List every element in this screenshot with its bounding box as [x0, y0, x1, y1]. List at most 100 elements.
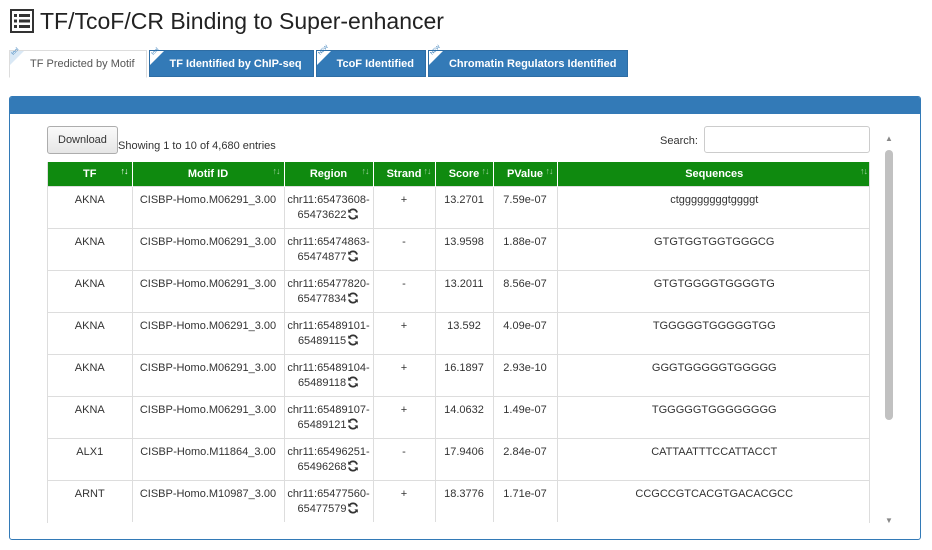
- cell-score: 14.0632: [435, 395, 494, 438]
- refresh-icon[interactable]: [347, 502, 359, 514]
- region-end: 65496268: [297, 460, 347, 473]
- cell-motif-id: CISBP-Homo.M06291_3.00: [132, 353, 285, 396]
- cell-tf: AKNA: [48, 227, 133, 270]
- refresh-icon[interactable]: [347, 460, 359, 472]
- column-label: Strand: [386, 167, 422, 180]
- region-start: chr11:65489107-: [287, 403, 370, 416]
- cell-pvalue: 4.09e-07: [493, 311, 558, 354]
- cell-motif-id: CISBP-Homo.M06291_3.00: [132, 269, 285, 312]
- tab-label: TcoF Identified: [336, 57, 414, 70]
- tab-tf-predicted-by-motif[interactable]: tool TF Predicted by Motif: [9, 47, 147, 78]
- search-label: Search:: [660, 135, 698, 147]
- column-header-strand[interactable]: Strand ↑↓: [373, 162, 436, 186]
- tab-bar: tool TF Predicted by Motif tool TF Ident…: [9, 44, 630, 78]
- entries-info: Showing 1 to 10 of 4,680 entries: [118, 140, 276, 152]
- cell-strand: +: [373, 311, 436, 354]
- cell-score: 18.3776: [435, 479, 494, 522]
- cell-pvalue: 2.93e-10: [493, 353, 558, 396]
- refresh-icon[interactable]: [347, 292, 359, 304]
- table-row: AKNA CISBP-Homo.M06291_3.00 chr11:65473608…: [48, 185, 869, 228]
- cell-region: chr11:65477560- 65477579: [284, 479, 374, 522]
- region-start: chr11:65474863-: [287, 235, 370, 248]
- cell-tf: AKNA: [48, 269, 133, 312]
- cell-tf: ALX1: [48, 437, 133, 480]
- cell-strand: -: [373, 437, 436, 480]
- cell-score: 17.9406: [435, 437, 494, 480]
- results-table: TF ↑↓ Motif ID ↑↓ Region ↑↓ Strand ↑↓ Score ↑…: [48, 162, 869, 522]
- refresh-icon[interactable]: [347, 208, 359, 220]
- region-start: chr11:65489101-: [287, 319, 370, 332]
- cell-region: chr11:65489104- 65489118: [284, 353, 374, 396]
- page-title: TF/TcoF/CR Binding to Super-enhancer: [40, 7, 444, 34]
- cell-region: chr11:65477820- 65477834: [284, 269, 374, 312]
- table-row: AKNA CISBP-Homo.M06291_3.00 chr11:65489101…: [48, 311, 869, 354]
- refresh-icon[interactable]: [347, 250, 359, 262]
- cell-score: 13.9598: [435, 227, 494, 270]
- search-input[interactable]: [704, 126, 870, 153]
- region-start: chr11:65489104-: [287, 361, 370, 374]
- refresh-icon[interactable]: [347, 334, 359, 346]
- refresh-icon[interactable]: [347, 418, 359, 430]
- cell-sequence: CATTAATTTCCATTACCT: [557, 437, 869, 480]
- table-row: AKNA CISBP-Homo.M06291_3.00 chr11:65489107…: [48, 395, 869, 438]
- cell-strand: +: [373, 395, 436, 438]
- cell-pvalue: 7.59e-07: [493, 185, 558, 228]
- cell-motif-id: CISBP-Homo.M10987_3.00: [132, 479, 285, 522]
- cell-strand: -: [373, 269, 436, 312]
- vertical-scrollbar[interactable]: ▲ ▼: [884, 135, 894, 525]
- region-end: 65477579: [297, 502, 347, 515]
- tab-label: TF Predicted by Motif: [30, 58, 135, 70]
- cell-sequence: TGGGGGTGGGGGGGG: [557, 395, 869, 438]
- results-table-container: TF ↑↓ Motif ID ↑↓ Region ↑↓ Strand ↑↓ Score ↑…: [47, 162, 870, 523]
- scroll-down-icon[interactable]: ▼: [884, 517, 894, 525]
- column-header-motif-id[interactable]: Motif ID ↑↓: [132, 162, 285, 186]
- region-end: 65474877: [297, 250, 347, 263]
- tab-tf-identified-by-chip-seq[interactable]: tool TF Identified by ChIP-seq: [148, 47, 314, 77]
- cell-strand: +: [373, 185, 436, 228]
- cell-pvalue: 2.84e-07: [493, 437, 558, 480]
- region-end: 65473622: [297, 208, 347, 221]
- page-header: TF/TcoF/CR Binding to Super-enhancer: [10, 6, 444, 36]
- region-start: chr11:65496251-: [287, 445, 370, 458]
- cell-pvalue: 8.56e-07: [493, 269, 558, 312]
- cell-motif-id: CISBP-Homo.M06291_3.00: [132, 185, 285, 228]
- column-header-score[interactable]: Score ↑↓: [435, 162, 494, 186]
- cell-strand: +: [373, 479, 436, 522]
- tab-tcof-identified[interactable]: NEW TcoF Identified: [315, 44, 426, 77]
- cell-region: chr11:65473608- 65473622: [284, 185, 374, 228]
- cell-region: chr11:65489101- 65489115: [284, 311, 374, 354]
- list-icon: [10, 9, 34, 33]
- cell-score: 13.2701: [435, 185, 494, 228]
- sort-icon: ↑↓: [860, 166, 868, 176]
- sort-icon: ↑↓: [120, 166, 129, 176]
- scroll-up-icon[interactable]: ▲: [884, 135, 894, 143]
- table-header-row: TF ↑↓ Motif ID ↑↓ Region ↑↓ Strand ↑↓ Score ↑…: [48, 162, 869, 186]
- region-end: 65489115: [297, 334, 347, 347]
- table-body: AKNA CISBP-Homo.M06291_3.00 chr11:65473608…: [48, 185, 869, 522]
- cell-region: chr11:65496251- 65496268: [284, 437, 374, 480]
- sort-icon: ↑↓: [272, 166, 281, 176]
- column-header-pvalue[interactable]: PValue ↑↓: [493, 162, 558, 186]
- sort-icon: ↑↓: [423, 166, 432, 176]
- cell-pvalue: 1.71e-07: [493, 479, 558, 522]
- refresh-icon[interactable]: [347, 376, 359, 388]
- column-header-sequences[interactable]: Sequences ↑↓: [557, 162, 869, 186]
- column-header-region[interactable]: Region ↑↓: [284, 162, 374, 186]
- column-header-tf[interactable]: TF ↑↓: [48, 162, 133, 186]
- cell-sequence: GGGTGGGGGTGGGGG: [557, 353, 869, 396]
- region-start: chr11:65477820-: [287, 277, 370, 290]
- sort-icon: ↑↓: [545, 166, 554, 176]
- cell-sequence: ctggggggggtggggt: [557, 185, 869, 228]
- tab-chromatin-regulators-identified[interactable]: NEW Chromatin Regulators Identified: [427, 44, 629, 77]
- cell-score: 13.592: [435, 311, 494, 354]
- download-button[interactable]: Download: [47, 126, 118, 154]
- sort-icon: ↑↓: [361, 166, 370, 176]
- column-label: TF: [83, 167, 97, 180]
- cell-motif-id: CISBP-Homo.M06291_3.00: [132, 227, 285, 270]
- table-row: AKNA CISBP-Homo.M06291_3.00 chr11:65477820…: [48, 269, 869, 312]
- cell-region: chr11:65474863- 65474877: [284, 227, 374, 270]
- column-label: Score: [448, 167, 480, 180]
- table-row: ARNT CISBP-Homo.M10987_3.00 chr11:65477560…: [48, 479, 869, 522]
- scrollbar-thumb[interactable]: [885, 150, 893, 420]
- cell-tf: ARNT: [48, 479, 133, 522]
